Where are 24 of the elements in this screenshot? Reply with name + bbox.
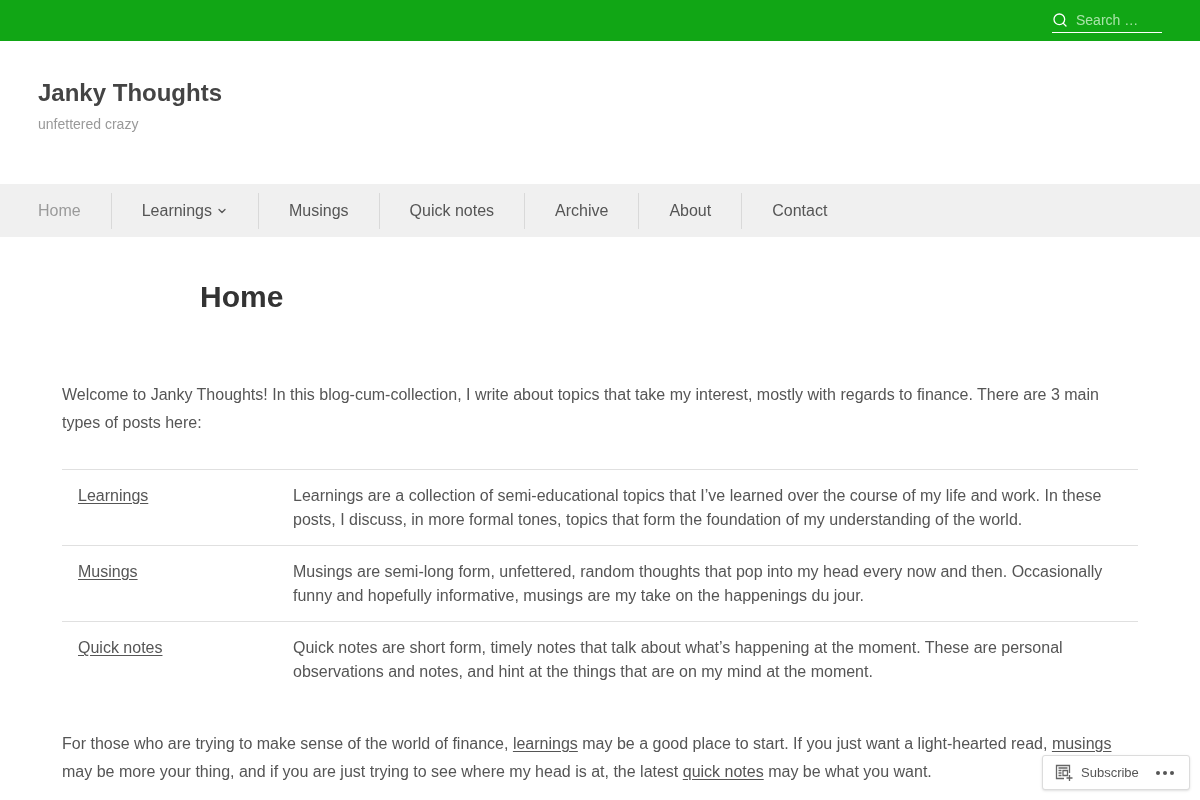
nav-link[interactable]: Musings [258, 198, 379, 223]
nav-link[interactable]: Learnings [111, 198, 258, 223]
nav-link[interactable]: Archive [525, 198, 639, 223]
table-link[interactable]: Quick notes [78, 639, 163, 656]
inline-link[interactable]: quick notes [682, 763, 764, 780]
search-icon [1052, 12, 1068, 28]
site-title[interactable]: Janky Thoughts [38, 77, 223, 109]
row-description: Musings are semi-long form, unfettered, random thoughts that pop into my head every now and then. Occasionally funny and hopefully informative, musings are my take on the happenings du jour. [292, 562, 1104, 606]
inline-link[interactable]: musings [1051, 735, 1112, 752]
row-description: Quick notes are short form, timely notes that talk about what’s happening at the moment. These are personal observations and notes, and hint at the things that are on my mind at the moment. [292, 638, 1064, 682]
table-link[interactable]: Learnings [78, 487, 149, 504]
nav-link[interactable]: Quick notes [379, 198, 525, 223]
document-plus-icon [1055, 763, 1073, 782]
nav-link[interactable]: Contact [742, 198, 858, 223]
row-description: Learnings are a collection of semi-educational topics that I’ve learned over the course of my life and work. In these posts, I discuss, in more formal tones, topics that form the foundation of my understanding of the world. [292, 486, 1103, 530]
inline-link[interactable]: learnings [512, 735, 578, 752]
search-field[interactable]: Search … [1052, 11, 1162, 33]
subscribe-button[interactable]: Subscribe [1055, 762, 1139, 783]
nav-link[interactable]: About [639, 198, 742, 223]
site-tagline: unfettered crazy [38, 115, 139, 134]
intro-paragraph: Welcome to Janky Thoughts! In this blog-cum-collection, I write about topics that take my interest, mostly with regards to finance. There are 3 main types of posts here: [62, 385, 1100, 433]
more-icon [1156, 770, 1174, 775]
page-title: Home [200, 279, 284, 315]
table-link[interactable]: Musings [78, 563, 138, 580]
